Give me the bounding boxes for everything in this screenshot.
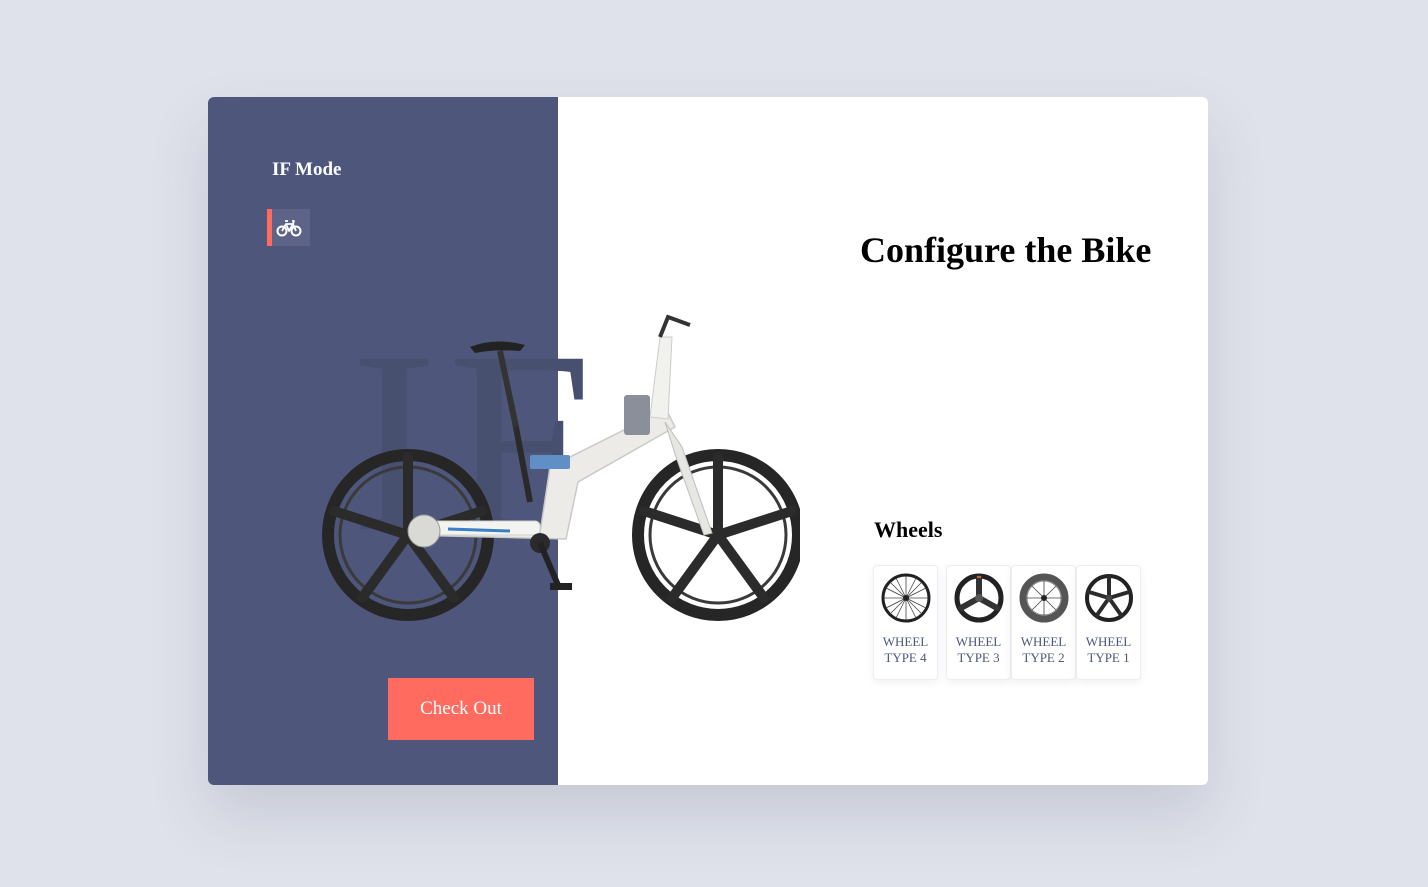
wheel-option-type-3[interactable]: WHEEL TYPE 3 bbox=[946, 565, 1011, 680]
wheels-section-label: Wheels bbox=[874, 517, 943, 542]
tri-spoke-wheel-icon bbox=[954, 573, 1003, 623]
active-indicator bbox=[267, 209, 272, 246]
wheel-option-label: WHEEL TYPE 2 bbox=[1020, 634, 1067, 665]
sidebar-item-bike[interactable] bbox=[267, 209, 310, 246]
wheel-option-type-2[interactable]: WHEEL TYPE 2 bbox=[1011, 565, 1076, 680]
wheel-option-label: WHEEL TYPE 3 bbox=[955, 634, 1002, 665]
wheel-option-label: WHEEL TYPE 1 bbox=[1085, 634, 1132, 665]
wheel-options: WHEEL TYPE 4 WHEEL TYPE 3 WHEEL TYPE 2 W… bbox=[873, 565, 1141, 680]
deep-rim-wheel-icon bbox=[1019, 573, 1068, 623]
bicycle-icon bbox=[276, 219, 301, 236]
checkout-button[interactable]: Check Out bbox=[388, 678, 534, 740]
wheel-option-type-1[interactable]: WHEEL TYPE 1 bbox=[1076, 565, 1141, 680]
wheel-option-type-4[interactable]: WHEEL TYPE 4 bbox=[873, 565, 938, 680]
brand-title: IF Mode bbox=[272, 159, 342, 180]
five-spoke-wheel-icon bbox=[1084, 574, 1133, 622]
wheel-option-label: WHEEL TYPE 4 bbox=[882, 634, 929, 665]
spoked-wheel-icon bbox=[881, 573, 930, 623]
bike-image bbox=[322, 314, 800, 621]
front-wheel bbox=[632, 449, 800, 621]
page-title: Configure the Bike bbox=[860, 230, 1152, 270]
bike-frame bbox=[407, 314, 713, 590]
configurator-card: IF Mode IF Check Out Configure the Bike … bbox=[208, 97, 1208, 785]
